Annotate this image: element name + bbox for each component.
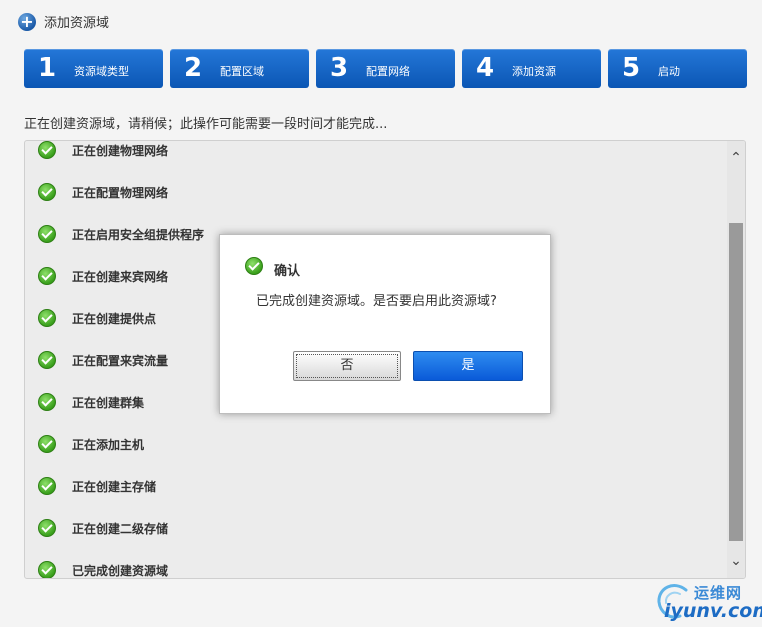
yes-button-label: 是 <box>461 358 475 373</box>
item-label: 正在配置来宾流量 <box>72 354 169 368</box>
check-icon <box>38 183 56 201</box>
scrollbar-thumb[interactable] <box>729 223 743 541</box>
list-item: 正在添加主机 <box>25 425 725 467</box>
chevron-up-icon[interactable]: ⌃ <box>729 151 743 165</box>
no-button[interactable]: 否 <box>293 351 401 381</box>
list-item: 正在创建二级存储 <box>25 509 725 551</box>
watermark: 运维网 iyunv.com <box>656 582 762 624</box>
yes-button[interactable]: 是 <box>413 351 523 381</box>
list-item: 正在创建物理网络 <box>25 141 725 173</box>
step-number: 5 <box>622 53 641 83</box>
check-icon <box>38 477 56 495</box>
step-label: 启动 <box>658 65 680 78</box>
item-label: 正在配置物理网络 <box>72 186 169 200</box>
add-icon: + <box>18 12 36 31</box>
item-label: 正在创建主存储 <box>72 480 157 494</box>
dialog-message: 已完成创建资源域。是否要启用此资源域? <box>256 294 497 309</box>
check-icon <box>38 561 56 578</box>
step-number: 3 <box>330 53 349 83</box>
check-icon <box>38 225 56 243</box>
item-label: 正在创建群集 <box>72 396 145 410</box>
status-text: 正在创建资源域，请稍候；此操作可能需要一段时间才能完成... <box>24 117 388 132</box>
step-label: 添加资源 <box>512 65 556 78</box>
item-label: 已完成创建资源域 <box>72 564 169 578</box>
step-number: 4 <box>476 53 495 83</box>
step-label: 配置网络 <box>366 65 410 78</box>
page-title: 添加资源域 <box>44 16 110 31</box>
step-2[interactable]: 2 配置区域 <box>170 49 309 88</box>
item-label: 正在添加主机 <box>72 438 145 452</box>
scrollbar[interactable]: ⌃ ⌄ <box>727 141 745 578</box>
check-icon <box>38 351 56 369</box>
list-item: 正在创建主存储 <box>25 467 725 509</box>
watermark-en: iyunv.com <box>664 600 762 622</box>
item-label: 正在创建来宾网络 <box>72 270 169 284</box>
check-icon <box>245 257 263 275</box>
step-3[interactable]: 3 配置网络 <box>316 49 455 88</box>
step-label: 资源域类型 <box>74 65 129 78</box>
list-item: 已完成创建资源域 <box>25 551 725 578</box>
check-icon <box>38 435 56 453</box>
check-icon <box>38 393 56 411</box>
chevron-down-icon[interactable]: ⌄ <box>729 554 743 568</box>
check-icon <box>38 519 56 537</box>
step-4[interactable]: 4 添加资源 <box>462 49 601 88</box>
no-button-label: 否 <box>340 358 354 373</box>
check-icon <box>38 309 56 327</box>
item-label: 正在启用安全组提供程序 <box>72 228 205 242</box>
confirm-dialog: 确认 已完成创建资源域。是否要启用此资源域? 否 是 <box>219 234 551 414</box>
item-label: 正在创建物理网络 <box>72 144 169 158</box>
step-1[interactable]: 1 资源域类型 <box>24 49 163 88</box>
dialog-title: 确认 <box>274 264 301 279</box>
list-item: 正在配置物理网络 <box>25 173 725 215</box>
step-number: 2 <box>184 53 203 83</box>
check-icon <box>38 267 56 285</box>
step-label: 配置区域 <box>220 65 264 78</box>
page-header: + 添加资源域 <box>18 12 109 31</box>
step-5[interactable]: 5 启动 <box>608 49 747 88</box>
item-label: 正在创建提供点 <box>72 312 157 326</box>
check-icon <box>38 141 56 159</box>
step-number: 1 <box>38 53 57 83</box>
item-label: 正在创建二级存储 <box>72 522 169 536</box>
